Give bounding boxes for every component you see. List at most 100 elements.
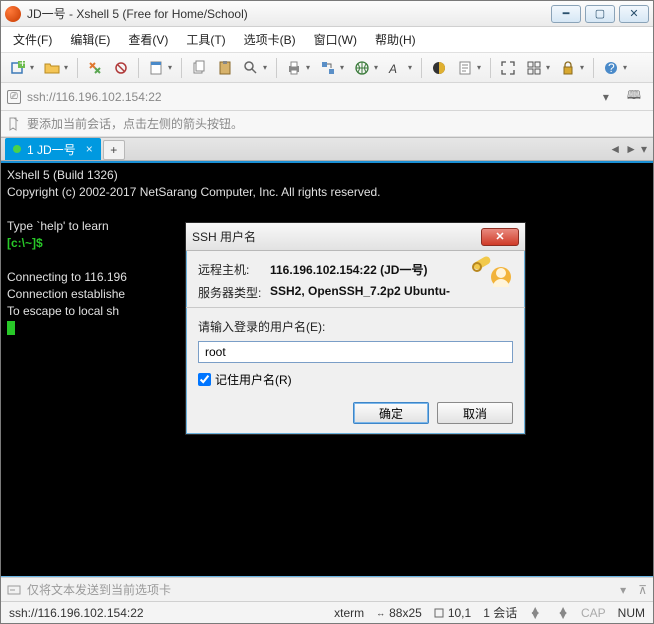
dropdown-icon[interactable]: ▾: [30, 63, 37, 72]
menu-tabs[interactable]: 选项卡(B): [236, 27, 304, 52]
disconnect-icon[interactable]: [110, 57, 132, 79]
close-button[interactable]: ✕: [619, 5, 649, 23]
reconnect-icon[interactable]: [84, 57, 106, 79]
dropdown-icon[interactable]: ▾: [477, 63, 484, 72]
status-sessions: 1 会话: [483, 604, 517, 621]
dropdown-icon[interactable]: ▾: [623, 63, 630, 72]
remember-checkbox-input[interactable]: [198, 373, 211, 386]
window-title: JD一号 - Xshell 5 (Free for Home/School): [27, 5, 551, 22]
address-bar: ⎚ ssh://116.196.102.154:22 ▾ 🕮: [1, 83, 653, 111]
dropdown-icon[interactable]: ▾: [580, 63, 587, 72]
properties-icon[interactable]: [145, 57, 167, 79]
transfer-icon[interactable]: [317, 57, 339, 79]
status-bar: ssh://116.196.102.154:22 xterm ↔88x25 10…: [1, 601, 653, 623]
script-icon[interactable]: [454, 57, 476, 79]
address-text[interactable]: ssh://116.196.102.154:22: [27, 90, 591, 104]
tab-session[interactable]: 1 JD一号 ×: [5, 138, 101, 160]
bookmark-add-icon[interactable]: [7, 117, 21, 131]
term-line: Type `help' to learn: [7, 219, 112, 233]
tab-new-button[interactable]: +: [103, 140, 125, 160]
term-line: Copyright (c) 2002-2017 NetSarang Comput…: [7, 185, 381, 199]
menu-help[interactable]: 帮助(H): [367, 27, 424, 52]
dropdown-icon[interactable]: ▾: [263, 63, 270, 72]
dropdown-icon[interactable]: ▾: [168, 63, 175, 72]
term-line: Connecting to 116.196: [7, 270, 127, 284]
username-prompt: 请输入登录的用户名(E):: [198, 318, 513, 335]
menu-edit[interactable]: 编辑(E): [62, 27, 118, 52]
svg-text:?: ?: [608, 61, 615, 75]
hint-text: 要添加当前会话，点击左侧的箭头按钮。: [27, 115, 243, 132]
term-line: To escape to local sh: [7, 304, 119, 318]
dropdown-icon[interactable]: ▾: [64, 63, 71, 72]
status-termtype: xterm: [334, 606, 364, 620]
status-cap: CAP: [581, 606, 606, 620]
menu-view[interactable]: 查看(V): [120, 27, 176, 52]
address-add-icon[interactable]: 🕮: [621, 86, 647, 107]
help-icon[interactable]: ?: [600, 57, 622, 79]
server-type-label: 服务器类型:: [198, 284, 270, 301]
cmd-dropdown-icon[interactable]: ▾: [620, 583, 626, 597]
dropdown-icon[interactable]: ▾: [374, 63, 381, 72]
app-icon: [5, 6, 21, 22]
lock-icon[interactable]: [557, 57, 579, 79]
menu-file[interactable]: 文件(F): [5, 27, 60, 52]
dropdown-icon[interactable]: ▾: [340, 63, 347, 72]
tab-scroll-left-icon[interactable]: ◄: [609, 142, 621, 156]
hint-bar: 要添加当前会话，点击左侧的箭头按钮。: [1, 111, 653, 137]
dialog-title: SSH 用户名: [192, 228, 481, 245]
dropdown-icon[interactable]: ▾: [408, 63, 415, 72]
tile-icon[interactable]: [523, 57, 545, 79]
font-icon[interactable]: A: [385, 57, 407, 79]
menu-window[interactable]: 窗口(W): [306, 27, 365, 52]
dropdown-icon[interactable]: ▾: [306, 63, 313, 72]
dropdown-icon[interactable]: ▾: [546, 63, 553, 72]
menu-tools[interactable]: 工具(T): [178, 27, 233, 52]
print-icon[interactable]: [283, 57, 305, 79]
maximize-button[interactable]: ▢: [585, 5, 615, 23]
tab-close-icon[interactable]: ×: [86, 142, 93, 156]
remote-host-label: 远程主机:: [198, 261, 270, 278]
command-bar: 仅将文本发送到当前选项卡 ▾ ⊼: [1, 577, 653, 601]
open-session-icon[interactable]: [41, 57, 63, 79]
remember-username-checkbox[interactable]: 记住用户名(R): [198, 371, 513, 388]
dialog-close-button[interactable]: ✕: [481, 228, 519, 246]
tab-bar: 1 JD一号 × + ◄ ► ▾: [1, 137, 653, 161]
fullscreen-icon[interactable]: [497, 57, 519, 79]
term-prompt: [c:\~]$: [7, 236, 43, 250]
ok-button[interactable]: 确定: [353, 402, 429, 424]
new-session-icon[interactable]: +: [7, 57, 29, 79]
command-input[interactable]: 仅将文本发送到当前选项卡: [27, 581, 614, 598]
cancel-button[interactable]: 取消: [437, 402, 513, 424]
ssh-username-dialog: SSH 用户名 ✕ 远程主机: 116.196.102.154:22 (JD一号…: [185, 222, 526, 435]
globe-icon[interactable]: [351, 57, 373, 79]
status-dot-icon: [13, 145, 21, 153]
title-bar: JD一号 - Xshell 5 (Free for Home/School) ━…: [1, 1, 653, 27]
status-num: NUM: [618, 606, 645, 620]
send-mode-icon[interactable]: [7, 583, 21, 597]
status-position: 10,1: [434, 606, 471, 620]
tab-menu-icon[interactable]: ▾: [641, 142, 647, 156]
status-size: ↔88x25: [376, 606, 422, 620]
session-icon[interactable]: ⎚: [7, 90, 21, 104]
color-icon[interactable]: [428, 57, 450, 79]
svg-text:A: A: [388, 62, 397, 76]
remember-label: 记住用户名(R): [215, 371, 292, 388]
find-icon[interactable]: [240, 57, 262, 79]
paste-icon[interactable]: [214, 57, 236, 79]
cursor-icon: [7, 321, 15, 335]
status-connection: ssh://116.196.102.154:22: [9, 606, 144, 620]
tab-scroll-right-icon[interactable]: ►: [625, 142, 637, 156]
dialog-titlebar[interactable]: SSH 用户名 ✕: [186, 223, 525, 251]
minimize-button[interactable]: ━: [551, 5, 581, 23]
tab-label: 1 JD一号: [27, 141, 76, 158]
username-input[interactable]: [198, 341, 513, 363]
status-arrows: ▲▼▲▼: [529, 608, 569, 618]
menu-bar: 文件(F) 编辑(E) 查看(V) 工具(T) 选项卡(B) 窗口(W) 帮助(…: [1, 27, 653, 53]
address-dropdown-icon[interactable]: ▾: [597, 90, 615, 104]
term-line: Connection establishe: [7, 287, 125, 301]
toolbar: + ▾ ▾ ▾ ▾ ▾ ▾ ▾ A ▾ ▾ ▾ ▾ ? ▾: [1, 53, 653, 83]
key-user-icon: [471, 253, 515, 293]
svg-text:+: +: [19, 60, 26, 70]
cmd-expand-icon[interactable]: ⊼: [638, 583, 647, 597]
copy-icon[interactable]: [188, 57, 210, 79]
